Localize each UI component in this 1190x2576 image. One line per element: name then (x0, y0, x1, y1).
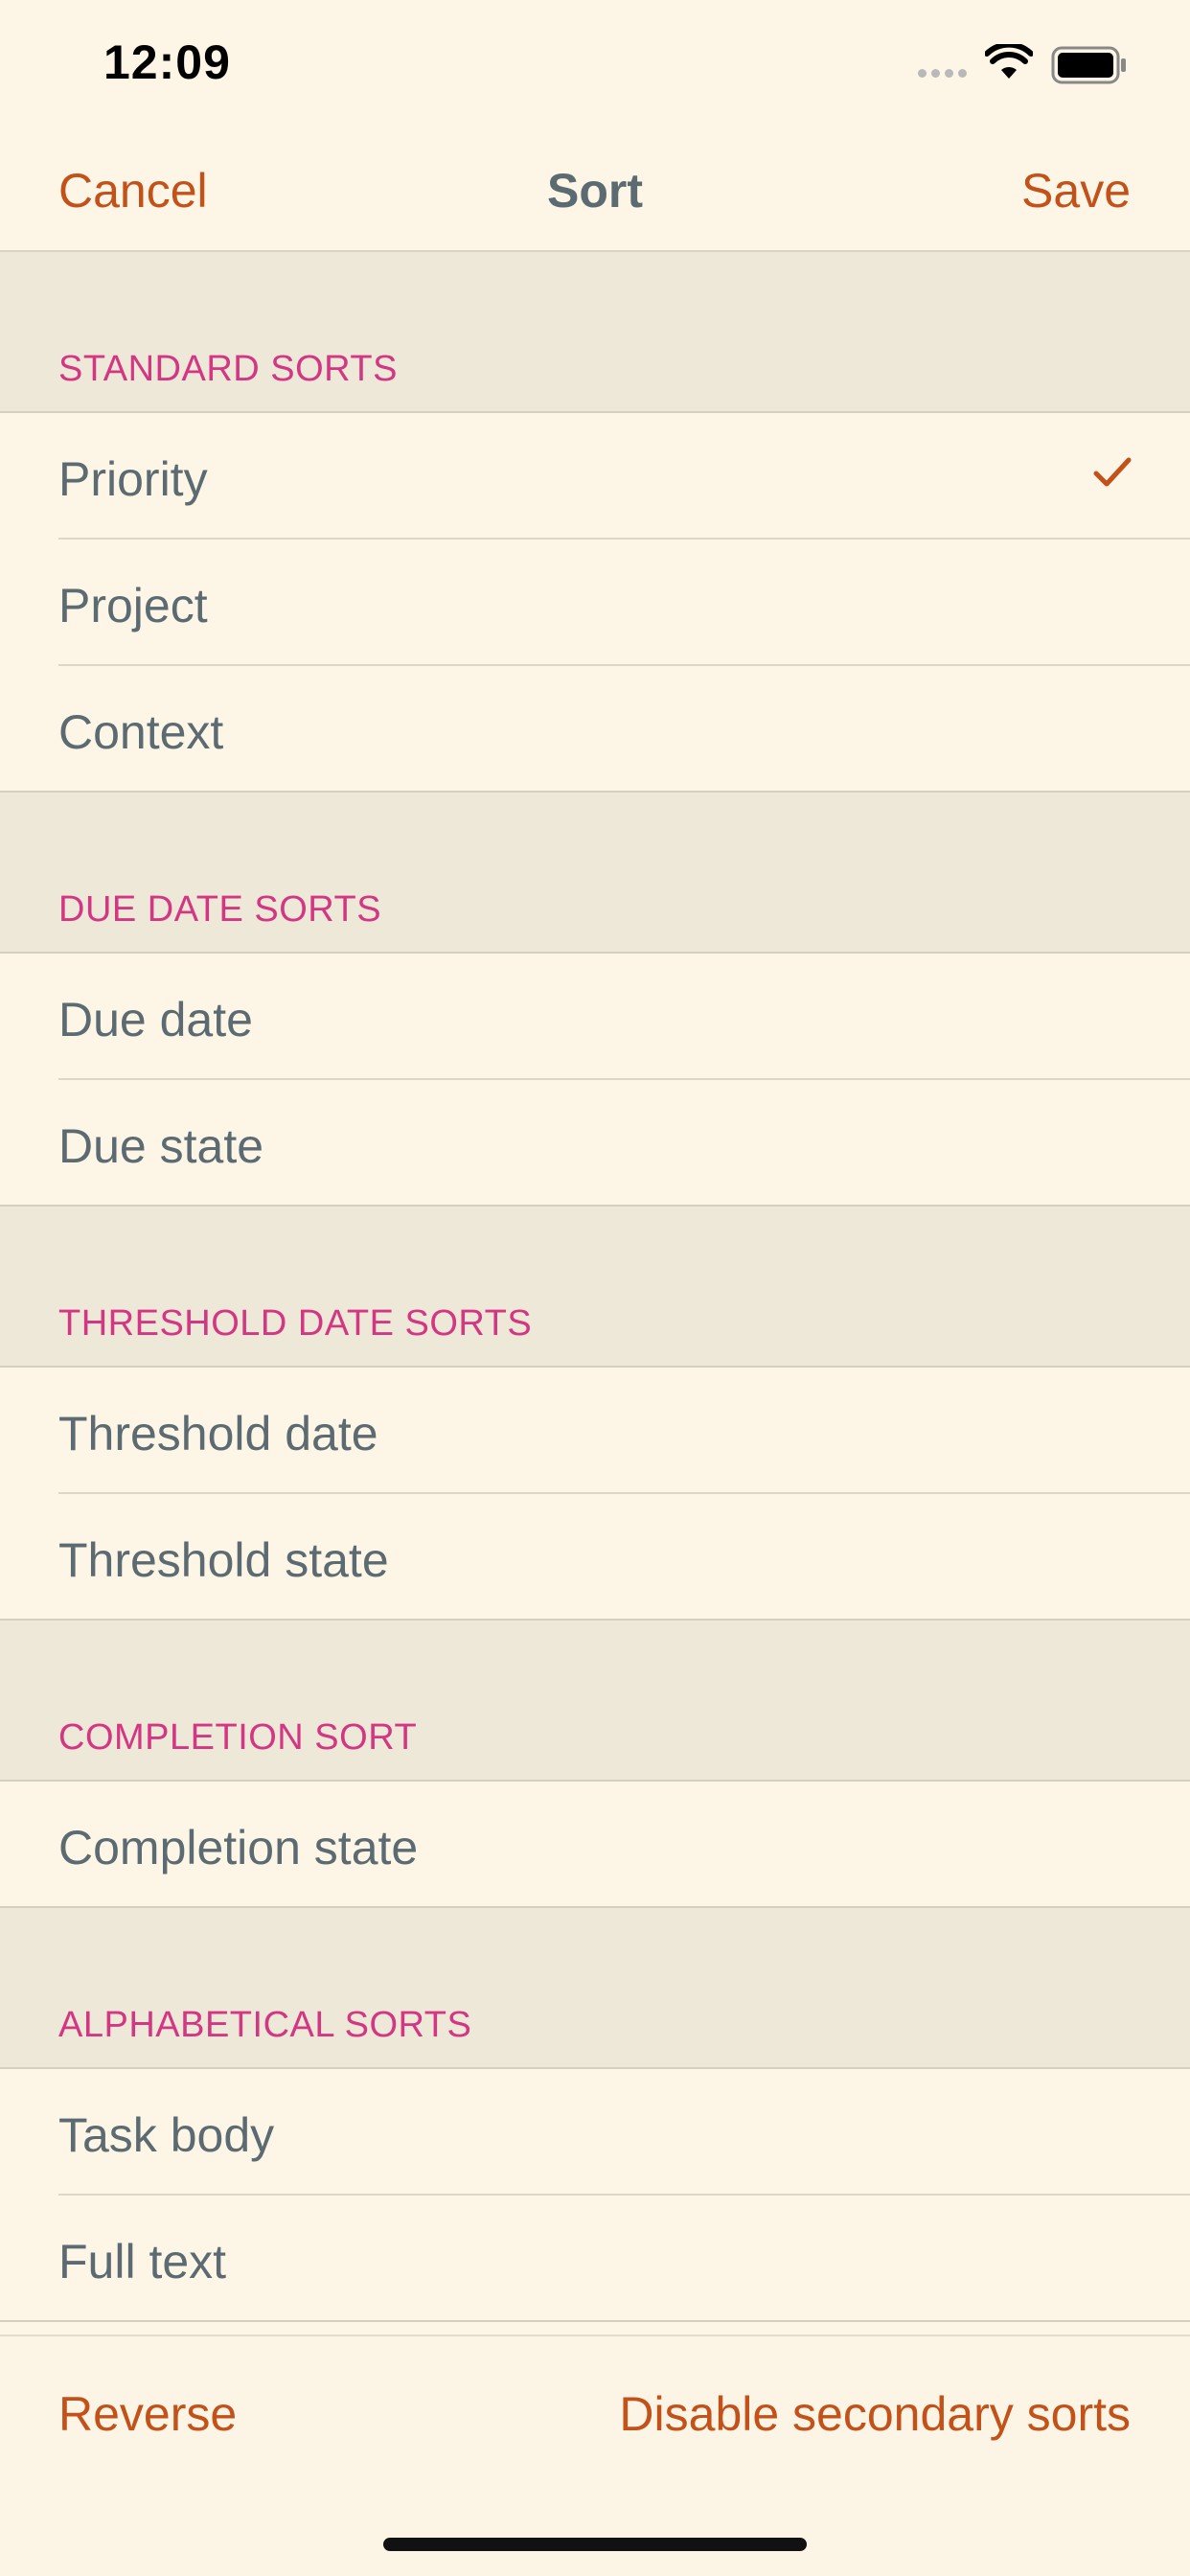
sort-option-due-state[interactable]: Due state (0, 1080, 1190, 1207)
row-label: Priority (58, 452, 208, 506)
row-label: Threshold state (58, 1533, 389, 1587)
row-label: Context (58, 705, 224, 759)
sort-option-threshold-date[interactable]: Threshold date (0, 1368, 1190, 1494)
status-bar: 12:09 (0, 0, 1190, 125)
row-label: Due state (58, 1119, 264, 1173)
row-label: Task body (58, 2108, 275, 2162)
section-header-label: ALPHABETICAL SORTS (58, 2005, 472, 2045)
save-button[interactable]: Save (1021, 163, 1131, 218)
cellular-signal-icon (918, 69, 967, 78)
row-label: Threshold date (58, 1407, 378, 1460)
sort-option-full-text[interactable]: Full text (0, 2196, 1190, 2322)
disable-secondary-sorts-button[interactable]: Disable secondary sorts (619, 2386, 1131, 2442)
sort-option-task-body[interactable]: Task body (0, 2069, 1190, 2196)
page-title: Sort (547, 164, 643, 218)
section-header-label: COMPLETION SORT (58, 1717, 418, 1758)
sort-option-completion-state[interactable]: Completion state (0, 1782, 1190, 1908)
section-header-label: DUE DATE SORTS (58, 889, 382, 930)
row-label: Completion state (58, 1821, 419, 1874)
status-time: 12:09 (103, 35, 231, 89)
sort-option-project[interactable]: Project (0, 540, 1190, 666)
sort-option-context[interactable]: Context (0, 666, 1190, 793)
section-header-due-date-sorts: DUE DATE SORTS (0, 793, 1190, 954)
checkmark-icon (1093, 457, 1132, 487)
section-header-label: THRESHOLD DATE SORTS (58, 1303, 533, 1344)
navigation-bar: Cancel Sort Save (0, 125, 1190, 252)
reverse-button[interactable]: Reverse (58, 2386, 237, 2442)
row-label: Project (58, 579, 208, 632)
sort-option-priority[interactable]: Priority (0, 413, 1190, 540)
section-header-standard-sorts: STANDARD SORTS (0, 252, 1190, 413)
sort-option-threshold-state[interactable]: Threshold state (0, 1494, 1190, 1621)
sort-option-due-date[interactable]: Due date (0, 954, 1190, 1080)
section-header-threshold-date-sorts: THRESHOLD DATE SORTS (0, 1207, 1190, 1368)
section-header-completion-sort: COMPLETION SORT (0, 1621, 1190, 1782)
sort-options-list: STANDARD SORTS Priority Project Context … (0, 252, 1190, 2322)
section-header-alphabetical-sorts: ALPHABETICAL SORTS (0, 1908, 1190, 2069)
wifi-icon (985, 44, 1033, 79)
section-header-label: STANDARD SORTS (58, 349, 398, 389)
row-label: Due date (58, 993, 253, 1046)
home-indicator[interactable] (383, 2538, 807, 2551)
row-label: Full text (58, 2235, 227, 2288)
battery-icon (1051, 46, 1126, 84)
